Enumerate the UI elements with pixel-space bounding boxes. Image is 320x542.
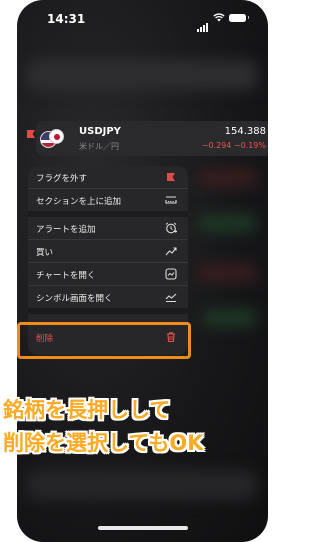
signal-icon [197, 13, 209, 32]
status-icons [197, 13, 249, 32]
currency-pair-icon [40, 129, 64, 149]
menu-item-add-alert[interactable]: アラートを追加 [28, 217, 188, 239]
phone-screen: 14:31 USDJPY 米ドル／円 154.388 −0.294 −0.19%… [17, 0, 268, 542]
status-time: 14:31 [47, 12, 86, 26]
status-bar: 14:31 [17, 0, 268, 40]
wifi-icon [213, 13, 225, 22]
ticker-symbol: USDJPY [79, 126, 121, 137]
menu-item-buy[interactable]: 買い [28, 240, 188, 262]
ticker-change: −0.294 −0.19% [201, 141, 266, 150]
caption-line-1: 銘柄を長押しして [3, 398, 171, 422]
section-add-icon [165, 196, 177, 204]
home-indicator [98, 526, 188, 530]
delete-highlight-box [17, 322, 191, 359]
alarm-plus-icon [165, 222, 177, 234]
ticker-row-usdjpy[interactable]: USDJPY 米ドル／円 154.388 −0.294 −0.19% [27, 121, 268, 156]
menu-item-add-section-above[interactable]: セクションを上に追加 [28, 189, 188, 211]
caption-line-2: 削除を選択してもOK [3, 431, 204, 455]
ticker-price: 154.388 [224, 126, 266, 137]
flag-icon [167, 173, 175, 181]
menu-item-open-symbol-screen[interactable]: シンボル画面を開く [28, 286, 188, 308]
symbol-screen-icon [165, 293, 177, 303]
menu-item-unflag[interactable]: フラグを外す [28, 166, 188, 188]
battery-icon [229, 13, 249, 22]
chart-icon [165, 268, 177, 280]
ticker-description: 米ドル／円 [79, 142, 119, 151]
buy-trend-icon [165, 247, 177, 256]
menu-item-open-chart[interactable]: チャートを開く [28, 263, 188, 285]
